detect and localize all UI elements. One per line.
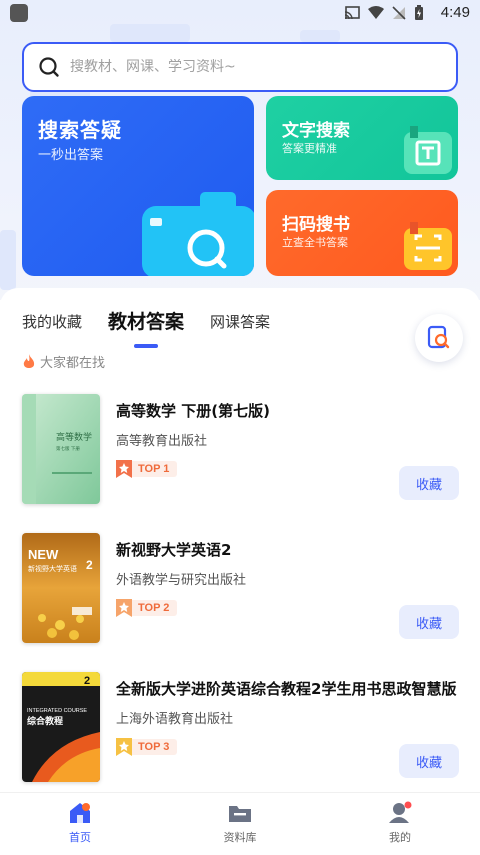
nav-home-label: 首页: [69, 831, 91, 844]
nav-home[interactable]: 首页: [40, 801, 120, 845]
battery-icon: [415, 5, 423, 20]
scan-book-subtitle: 立查全书答案: [282, 236, 348, 249]
camera-search-icon: [142, 192, 254, 276]
book-cover: NEW 新视野大学英语 2: [22, 533, 100, 643]
rank-text: TOP 3: [132, 739, 178, 755]
collect-button[interactable]: 收藏: [399, 605, 459, 639]
text-search-subtitle: 答案更精准: [282, 142, 337, 155]
search-bar[interactable]: [22, 42, 458, 92]
search-input[interactable]: [70, 59, 430, 75]
book-title: 全新版大学进阶英语综合教程2学生用书思政智慧版: [116, 680, 457, 698]
nav-profile-label: 我的: [389, 831, 411, 844]
tab-textbook-answers[interactable]: 教材答案: [108, 307, 184, 342]
collect-button[interactable]: 收藏: [399, 744, 459, 778]
bottom-navigation: 首页 资料库 我的: [0, 792, 480, 855]
folder-icon: [229, 806, 251, 822]
home-icon: [70, 803, 90, 823]
book-item[interactable]: 2 INTEGRATED COURSE 综合教程 全新版大学进阶英语综合教程2学…: [0, 672, 480, 802]
book-publisher: 上海外语教育出版社: [116, 712, 234, 727]
rank-badge: TOP 2: [116, 599, 178, 617]
search-qa-subtitle: 一秒出答案: [38, 148, 104, 163]
search-document-icon: [427, 325, 450, 349]
svg-text:高等数学: 高等数学: [56, 431, 92, 443]
svg-text:NEW: NEW: [28, 547, 59, 562]
rank-flag-icon: [116, 460, 132, 478]
collect-button[interactable]: 收藏: [399, 466, 459, 500]
nav-profile[interactable]: 我的: [360, 801, 440, 845]
book-cover: 高等数学 第七版 下册: [22, 394, 100, 504]
nav-library-label: 资料库: [223, 831, 257, 844]
wifi-icon: [368, 6, 384, 19]
search-icon: [39, 57, 59, 77]
rank-text: TOP 2: [132, 600, 178, 616]
text-scan-icon: [404, 126, 452, 174]
scan-book-card[interactable]: 扫码搜书 立查全书答案: [266, 190, 458, 276]
clock: 4:49: [440, 4, 470, 21]
trending-label: 大家都在找: [40, 356, 106, 371]
book-title: 新视野大学英语2: [116, 541, 232, 559]
book-publisher: 外语教学与研究出版社: [116, 573, 247, 588]
floating-search-button[interactable]: [415, 314, 463, 362]
svg-text:INTEGRATED COURSE: INTEGRATED COURSE: [27, 708, 87, 714]
book-item[interactable]: 高等数学 第七版 下册 高等数学 下册(第七版) 高等教育出版社 TOP 1 收…: [0, 394, 480, 524]
svg-text:新视野大学英语: 新视野大学英语: [28, 564, 77, 573]
trending-header: 大家都在找: [22, 352, 105, 371]
scan-book-title: 扫码搜书: [282, 215, 350, 235]
book-cover: 2 INTEGRATED COURSE 综合教程: [22, 672, 100, 782]
book-item[interactable]: NEW 新视野大学英语 2 新视野大学英语2 外语教学与研究出版社 TOP 2 …: [0, 533, 480, 663]
status-icons: [344, 5, 424, 21]
answer-tabs: 我的收藏 教材答案 网课答案: [22, 298, 296, 342]
search-qa-card[interactable]: 搜索答疑 一秒出答案: [22, 96, 254, 276]
rank-flag-icon: [116, 738, 132, 756]
rank-text: TOP 1: [132, 461, 178, 477]
nav-library[interactable]: 资料库: [200, 801, 280, 845]
tab-online-course-answers[interactable]: 网课答案: [210, 311, 270, 342]
no-signal-icon: [392, 6, 406, 20]
book-publisher: 高等教育出版社: [116, 434, 208, 449]
svg-text:2: 2: [86, 558, 93, 572]
svg-text:第七版 下册: 第七版 下册: [56, 445, 80, 452]
rank-badge: TOP 1: [116, 460, 178, 478]
profile-icon: [389, 801, 412, 823]
text-search-title: 文字搜索: [282, 121, 350, 141]
cast-icon: [344, 6, 360, 20]
rank-badge: TOP 3: [116, 738, 178, 756]
barcode-scan-icon: [404, 222, 452, 270]
status-bar: 4:49: [0, 0, 480, 28]
text-search-card[interactable]: 文字搜索 答案更精准: [266, 96, 458, 180]
fire-icon: [23, 353, 35, 368]
app-notification-icon: [10, 4, 28, 22]
svg-text:2: 2: [84, 675, 90, 687]
tab-my-favorites[interactable]: 我的收藏: [22, 311, 82, 342]
search-qa-title: 搜索答疑: [38, 118, 122, 142]
rank-flag-icon: [116, 599, 132, 617]
book-title: 高等数学 下册(第七版): [116, 402, 270, 420]
svg-text:综合教程: 综合教程: [27, 715, 63, 727]
